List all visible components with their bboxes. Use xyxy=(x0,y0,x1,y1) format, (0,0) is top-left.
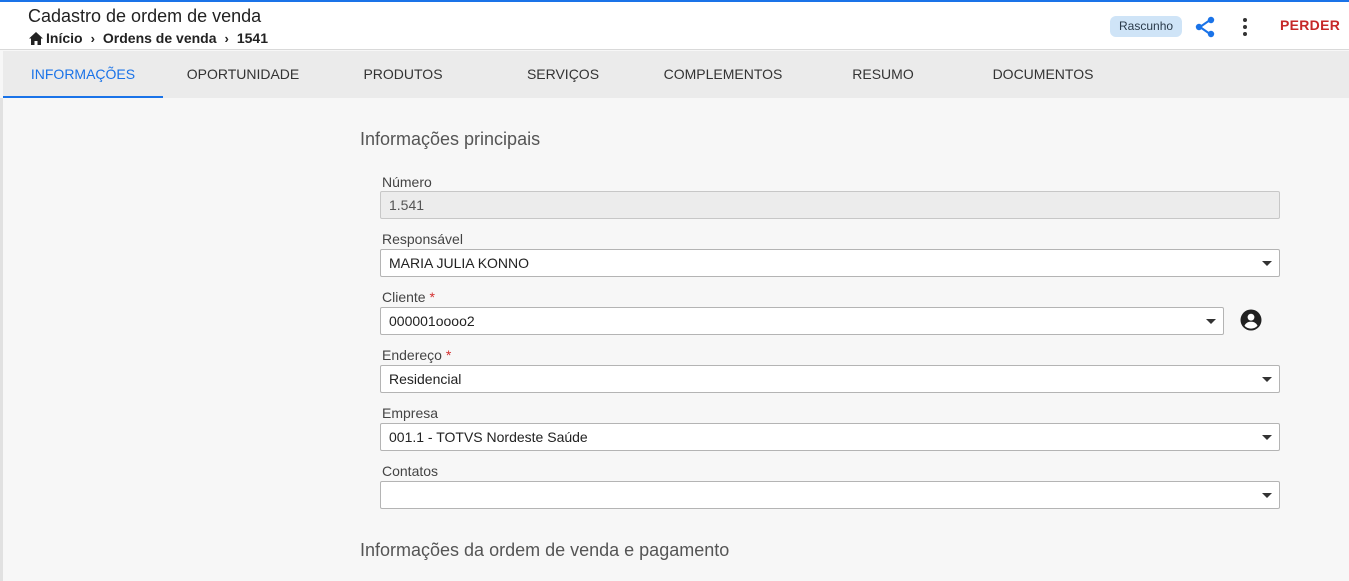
tab-complementos[interactable]: COMPLEMENTOS xyxy=(643,51,803,98)
caret-down-icon xyxy=(1262,261,1272,266)
required-mark: * xyxy=(429,289,435,305)
responsavel-value: MARIA JULIA KONNO xyxy=(389,255,530,271)
numero-value: 1.541 xyxy=(389,197,425,213)
account-circle-icon[interactable] xyxy=(1240,309,1262,331)
numero-field: 1.541 xyxy=(380,191,1280,219)
share-icon[interactable] xyxy=(1193,15,1217,39)
required-mark: * xyxy=(445,347,452,363)
left-edge-divider xyxy=(0,98,3,581)
cliente-label-text: Cliente xyxy=(382,289,426,305)
cliente-select[interactable]: 000001oooo2 xyxy=(380,307,1224,335)
tab-resumo[interactable]: RESUMO xyxy=(803,51,963,98)
endereco-value: Residencial xyxy=(389,371,462,387)
cliente-value: 000001oooo2 xyxy=(389,313,475,329)
more-vert-icon[interactable] xyxy=(1235,15,1255,39)
endereco-label-text: Endereço xyxy=(382,347,442,363)
responsavel-select[interactable]: MARIA JULIA KONNO xyxy=(380,249,1280,277)
status-badge: Rascunho xyxy=(1110,16,1183,37)
breadcrumb: Início › Ordens de venda › 1541 xyxy=(29,30,268,46)
tab-produtos[interactable]: PRODUTOS xyxy=(323,51,483,98)
page-title: Cadastro de ordem de venda xyxy=(28,6,262,26)
contatos-label: Contatos xyxy=(382,463,439,479)
endereco-select[interactable]: Residencial xyxy=(380,365,1280,393)
tab-bar: INFORMAÇÕES OPORTUNIDADE PRODUTOS SERVIÇ… xyxy=(3,51,1349,98)
caret-down-icon xyxy=(1262,493,1272,498)
lose-button[interactable]: PERDER xyxy=(1280,17,1340,33)
caret-down-icon xyxy=(1262,377,1272,382)
caret-down-icon xyxy=(1206,319,1216,324)
responsavel-label: Responsável xyxy=(382,231,463,247)
tab-informacoes[interactable]: INFORMAÇÕES xyxy=(3,51,163,98)
numero-label: Número xyxy=(382,174,432,190)
home-icon xyxy=(29,31,43,45)
empresa-label: Empresa xyxy=(382,405,439,421)
tab-documentos[interactable]: DOCUMENTOS xyxy=(963,51,1123,98)
caret-down-icon xyxy=(1262,435,1272,440)
section-title-main: Informações principais xyxy=(360,129,541,149)
cliente-label: Cliente * xyxy=(382,289,435,305)
tab-oportunidade[interactable]: OPORTUNIDADE xyxy=(163,51,323,98)
contatos-select[interactable] xyxy=(380,481,1280,509)
tab-servicos[interactable]: SERVIÇOS xyxy=(483,51,643,98)
chevron-right-icon: › xyxy=(90,30,95,46)
section-title-payment: Informações da ordem de venda e pagament… xyxy=(360,540,730,560)
chevron-right-icon: › xyxy=(224,30,229,46)
page-header: Cadastro de ordem de venda Início › Orde… xyxy=(0,2,1349,50)
breadcrumb-sales-orders[interactable]: Ordens de venda xyxy=(103,30,217,46)
endereco-label: Endereço * xyxy=(382,347,451,363)
empresa-select[interactable]: 001.1 - TOTVS Nordeste Saúde xyxy=(380,423,1280,451)
breadcrumb-home[interactable]: Início xyxy=(46,30,83,46)
breadcrumb-current: 1541 xyxy=(236,30,268,46)
empresa-value: 001.1 - TOTVS Nordeste Saúde xyxy=(389,429,588,445)
